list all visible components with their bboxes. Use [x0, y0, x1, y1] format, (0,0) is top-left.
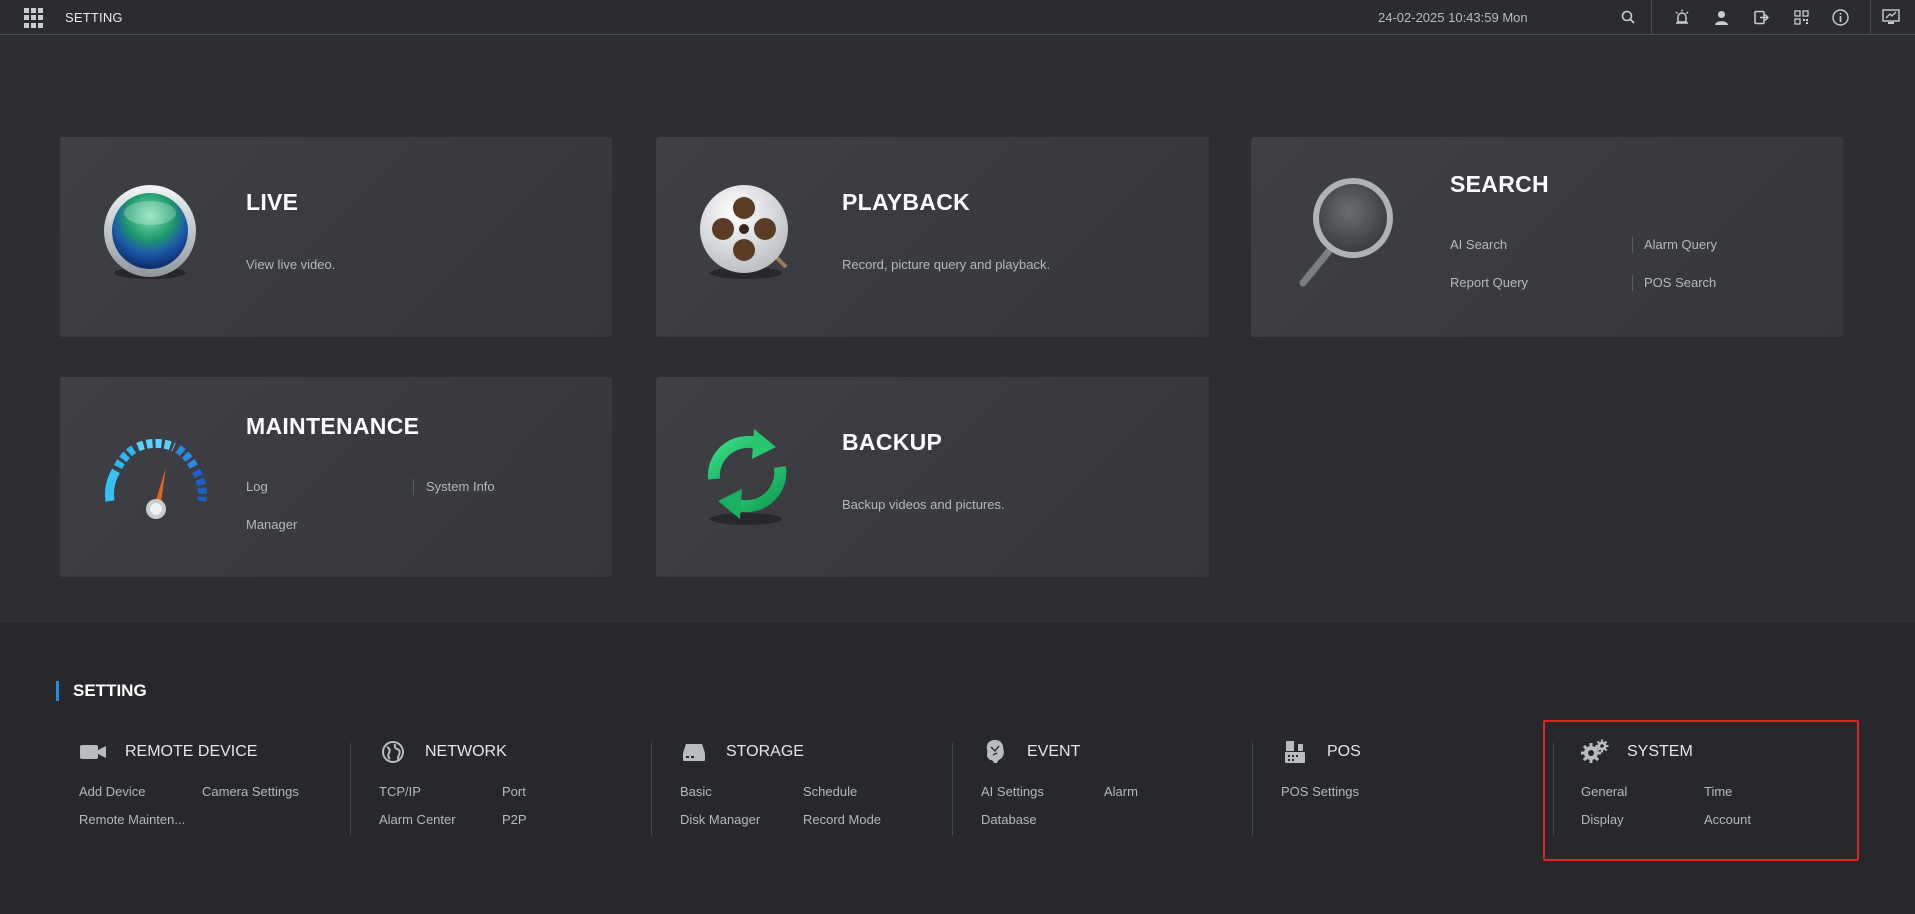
globe-icon [379, 739, 407, 765]
maintenance-card[interactable]: MAINTENANCE Log System Info Manager [60, 377, 612, 577]
network-group: NETWORK TCP/IP Port Alarm Center P2P [379, 739, 639, 869]
camera-icon [79, 739, 107, 765]
link-divider [1632, 237, 1633, 253]
event-title: EVENT [1027, 743, 1081, 760]
network-header[interactable]: NETWORK [379, 739, 507, 765]
info-icon[interactable] [1830, 7, 1850, 27]
playback-title: PLAYBACK [842, 189, 971, 215]
backup-card[interactable]: BACKUP Backup videos and pictures. [656, 377, 1209, 577]
storage-header[interactable]: STORAGE [680, 739, 804, 765]
remote-device-title: REMOTE DEVICE [125, 743, 258, 760]
group-divider [1252, 743, 1253, 835]
live-description: View live video. [246, 257, 336, 272]
group-divider [350, 743, 351, 835]
live-title: LIVE [246, 189, 299, 215]
schedule-link[interactable]: Schedule [803, 784, 857, 799]
manager-link[interactable]: Manager [246, 517, 297, 532]
pos-settings-link[interactable]: POS Settings [1281, 784, 1359, 799]
backup-title: BACKUP [842, 429, 943, 455]
gauge-icon [96, 429, 216, 530]
live-card[interactable]: LIVE View live video. [60, 137, 612, 337]
alarm-icon[interactable] [1672, 7, 1692, 27]
display-icon[interactable] [1881, 7, 1901, 27]
alarm-query-link[interactable]: Alarm Query [1644, 237, 1717, 252]
add-device-link[interactable]: Add Device [79, 784, 145, 799]
qr-code-icon[interactable] [1791, 7, 1811, 27]
camera-settings-link[interactable]: Camera Settings [202, 784, 299, 799]
tcp-ip-link[interactable]: TCP/IP [379, 784, 421, 799]
link-divider [413, 479, 414, 495]
pos-header[interactable]: POS [1281, 739, 1361, 765]
toolbar-divider [1870, 0, 1871, 34]
event-icon [981, 739, 1009, 765]
top-bar: SETTING 24-02-2025 10:43:59 Mon [0, 0, 1915, 35]
search-title: SEARCH [1450, 171, 1549, 197]
datetime-display: 24-02-2025 10:43:59 Mon [1378, 10, 1528, 25]
page-title: SETTING [65, 10, 123, 25]
live-icon [100, 183, 200, 288]
event-group: EVENT AI Settings Alarm Database [981, 739, 1241, 869]
network-title: NETWORK [425, 743, 507, 760]
pos-search-link[interactable]: POS Search [1644, 275, 1716, 290]
link-divider [1632, 275, 1633, 291]
ai-search-link[interactable]: AI Search [1450, 237, 1507, 252]
search-icon[interactable] [1618, 7, 1638, 27]
playback-card[interactable]: PLAYBACK Record, picture query and playb… [656, 137, 1209, 337]
remote-maintenance-link[interactable]: Remote Mainten... [79, 812, 185, 827]
storage-group: STORAGE Basic Schedule Disk Manager Reco… [680, 739, 940, 869]
toolbar-divider [1651, 0, 1652, 34]
alarm-center-link[interactable]: Alarm Center [379, 812, 456, 827]
remote-device-group: REMOTE DEVICE Add Device Camera Settings… [79, 739, 339, 869]
disk-manager-link[interactable]: Disk Manager [680, 812, 760, 827]
pos-group: POS POS Settings [1281, 739, 1541, 869]
pos-terminal-icon [1281, 739, 1309, 765]
p2p-link[interactable]: P2P [502, 812, 527, 827]
report-query-link[interactable]: Report Query [1450, 275, 1528, 290]
logout-icon[interactable] [1751, 7, 1771, 27]
main-menu: LIVE View live video. PLAYBACK Record, p… [0, 36, 1915, 623]
backup-description: Backup videos and pictures. [842, 497, 1005, 512]
log-link[interactable]: Log [246, 479, 268, 494]
pos-title: POS [1327, 743, 1361, 760]
sync-arrows-icon [694, 421, 804, 536]
remote-device-header[interactable]: REMOTE DEVICE [79, 739, 257, 765]
group-divider [952, 743, 953, 835]
film-reel-icon [696, 183, 796, 288]
playback-description: Record, picture query and playback. [842, 257, 1051, 272]
alarm-link[interactable]: Alarm [1104, 784, 1138, 799]
highlight-box [1543, 720, 1859, 861]
basic-link[interactable]: Basic [680, 784, 712, 799]
maintenance-title: MAINTENANCE [246, 413, 420, 439]
settings-heading: SETTING [56, 681, 147, 701]
event-header[interactable]: EVENT [981, 739, 1080, 765]
port-link[interactable]: Port [502, 784, 526, 799]
grid-menu-icon[interactable] [24, 8, 44, 28]
hard-drive-icon [680, 739, 708, 765]
storage-title: STORAGE [726, 743, 804, 760]
user-icon[interactable] [1711, 7, 1731, 27]
record-mode-link[interactable]: Record Mode [803, 812, 881, 827]
search-card[interactable]: SEARCH AI Search Alarm Query Report Quer… [1251, 137, 1843, 337]
magnifier-icon [1293, 173, 1403, 298]
ai-settings-link[interactable]: AI Settings [981, 784, 1044, 799]
system-info-link[interactable]: System Info [426, 479, 495, 494]
group-divider [651, 743, 652, 835]
database-link[interactable]: Database [981, 812, 1037, 827]
